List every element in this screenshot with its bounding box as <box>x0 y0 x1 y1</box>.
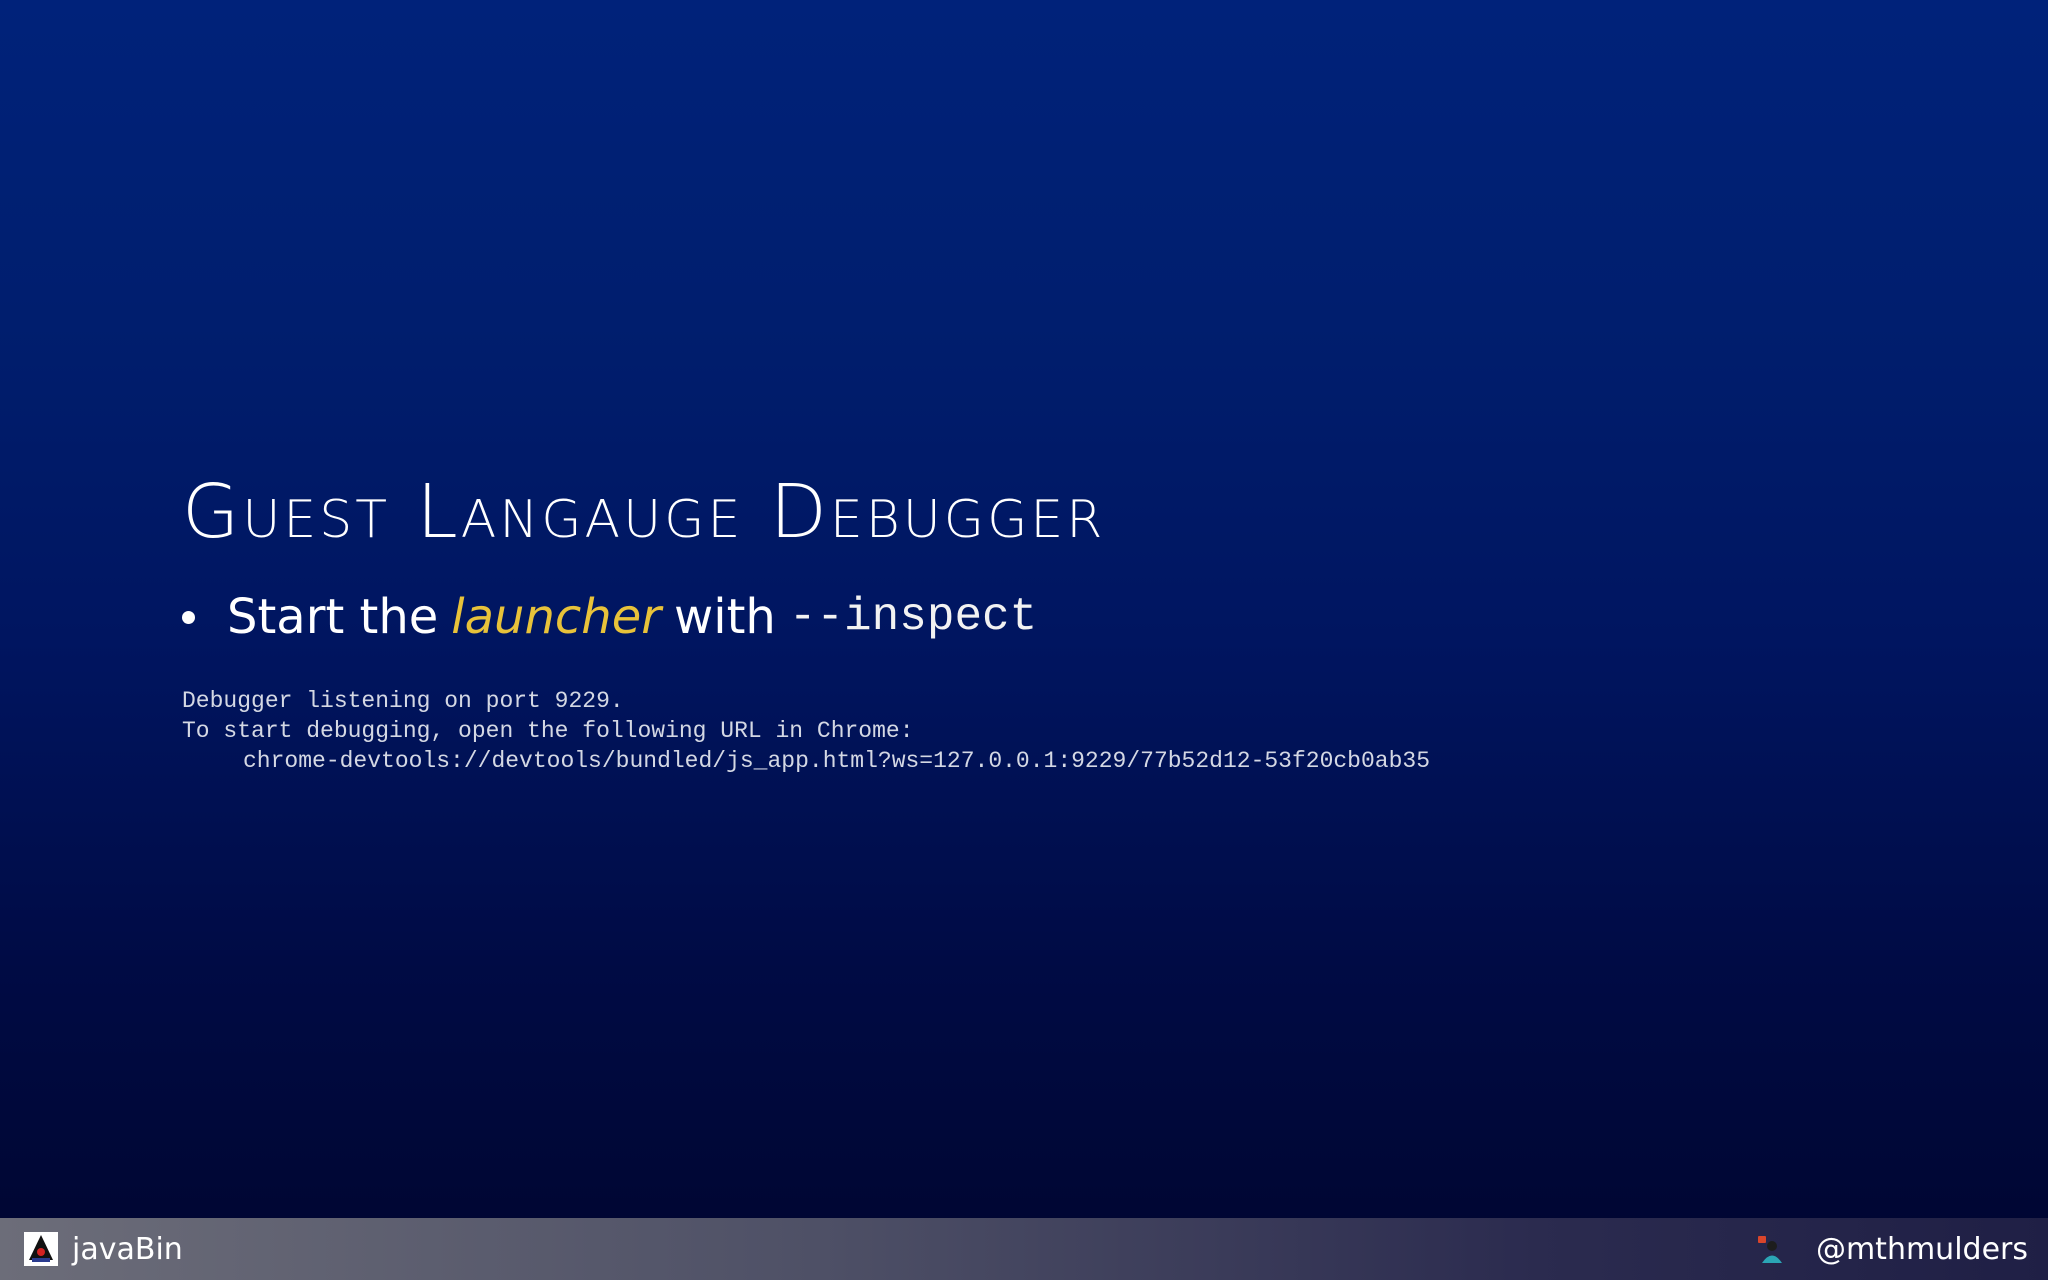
console-line: To start debugging, open the following U… <box>182 718 914 744</box>
footer-left-label: javaBin <box>72 1231 183 1267</box>
footer-bar: javaBin @mthmulders <box>0 1218 2048 1280</box>
bullet-code-text: --inspect <box>788 591 1038 643</box>
bullet-prefix-text: Start the <box>227 589 439 645</box>
console-line-url: chrome-devtools://devtools/bundled/js_ap… <box>243 748 1430 774</box>
console-line: Debugger listening on port 9229. <box>182 688 624 714</box>
person-avatar-icon <box>1756 1234 1784 1264</box>
bullet-dot-icon <box>182 610 195 624</box>
footer-left: javaBin <box>24 1232 183 1267</box>
footer-right: @mthmulders <box>1756 1232 2028 1267</box>
bullet-item: Start the launcher with --inspect <box>182 586 1037 648</box>
bullet-emphasis-text: launcher <box>451 589 661 645</box>
footer-right-label: @mthmulders <box>1815 1231 2028 1267</box>
bullet-middle-text: with <box>673 589 776 645</box>
slide-title: Guest Langauge Debugger <box>182 469 1106 555</box>
console-output: Debugger listening on port 9229. To start… <box>182 686 1430 776</box>
bullet-list: Start the launcher with --inspect <box>182 586 1037 648</box>
slide: Guest Langauge Debugger Start the launch… <box>0 0 2048 1218</box>
javabin-duke-logo-icon <box>24 1232 58 1266</box>
